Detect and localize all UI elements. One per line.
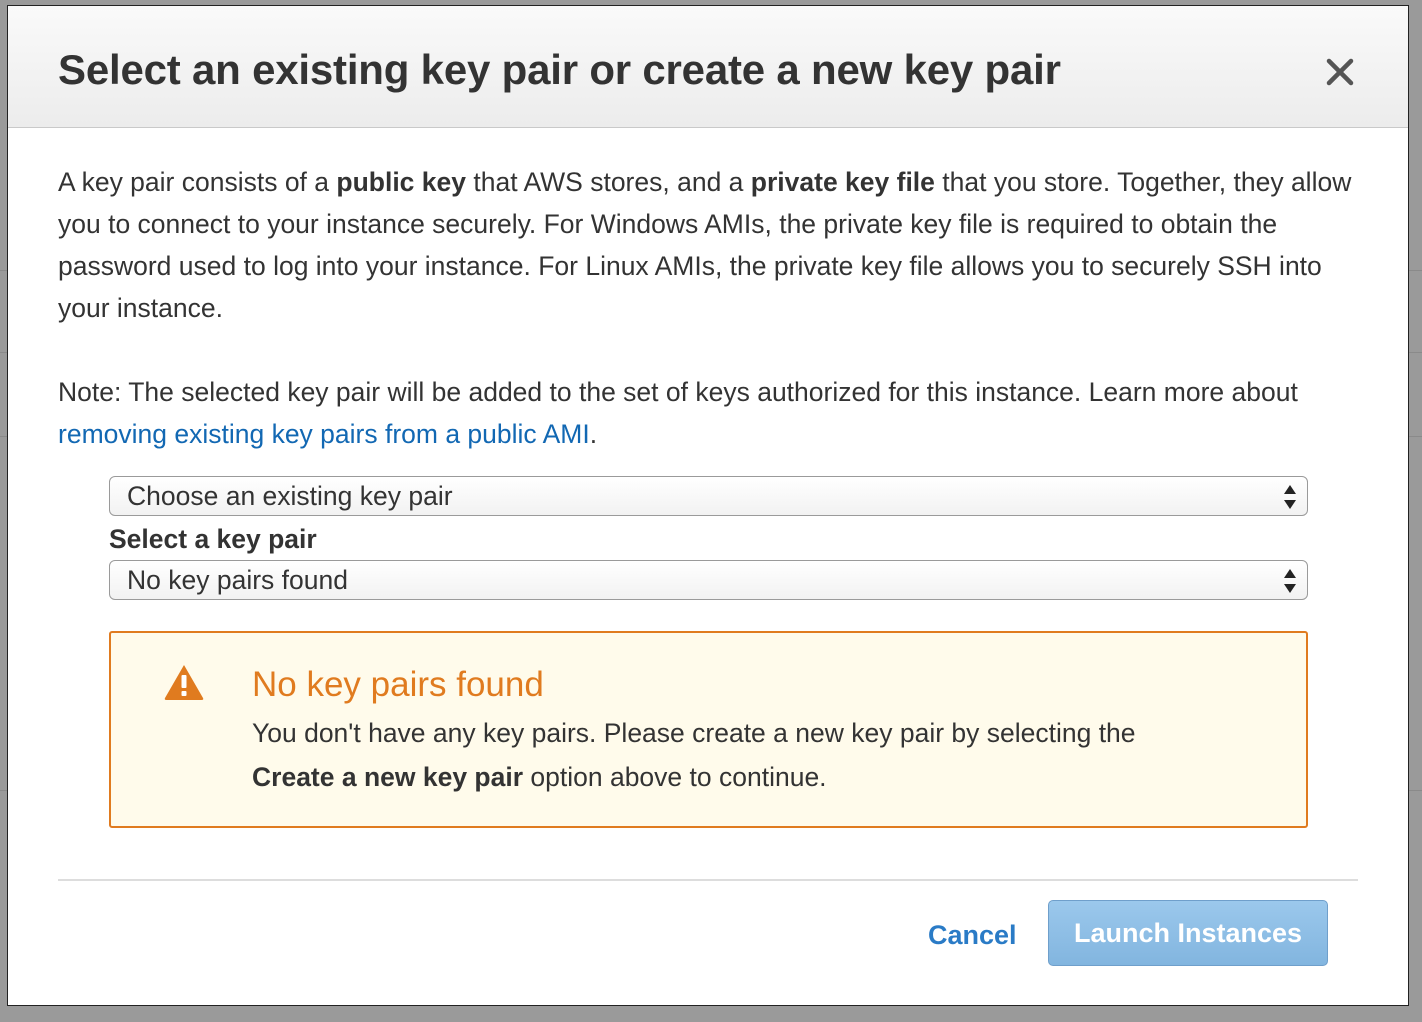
footer-divider	[58, 879, 1358, 881]
intro-bold-public-key: public key	[336, 167, 466, 197]
dialog-header: Select an existing key pair or create a …	[8, 6, 1408, 128]
alert-text: option above to continue.	[523, 762, 827, 792]
key-pair-select-value: No key pairs found	[127, 565, 348, 595]
no-key-pairs-alert: No key pairs found You don't have any ke…	[109, 631, 1308, 828]
alert-message: You don't have any key pairs. Please cre…	[252, 711, 1272, 799]
key-pair-select[interactable]: No key pairs found	[109, 560, 1308, 600]
key-pair-option-value: Choose an existing key pair	[127, 481, 453, 511]
note-paragraph: Note: The selected key pair will be adde…	[58, 371, 1358, 455]
note-text: Note: The selected key pair will be adde…	[58, 377, 1298, 407]
select-key-pair-label: Select a key pair	[109, 524, 317, 554]
intro-text: A key pair consists of a	[58, 167, 337, 197]
note-end: .	[589, 419, 598, 449]
cancel-button[interactable]: Cancel	[928, 914, 1017, 956]
alert-text: You don't have any key pairs. Please cre…	[252, 718, 1136, 748]
dialog-body: A key pair consists of a public key that…	[58, 161, 1358, 455]
updown-arrows-icon	[1284, 569, 1296, 593]
dialog-title: Select an existing key pair or create a …	[58, 46, 1061, 93]
intro-paragraph: A key pair consists of a public key that…	[58, 161, 1358, 329]
alert-bold-option: Create a new key pair	[252, 762, 524, 792]
intro-bold-private-key-file: private key file	[750, 167, 935, 197]
launch-instances-button[interactable]: Launch Instances	[1048, 900, 1328, 966]
key-pair-option-select[interactable]: Choose an existing key pair	[109, 476, 1308, 516]
close-button[interactable]	[1320, 52, 1360, 92]
alert-title: No key pairs found	[252, 665, 544, 704]
close-icon	[1326, 58, 1354, 86]
intro-text: that AWS stores, and a	[466, 167, 751, 197]
updown-arrows-icon	[1284, 485, 1296, 509]
key-pair-dialog: Select an existing key pair or create a …	[7, 5, 1409, 1006]
removing-key-pairs-link[interactable]: removing existing key pairs from a publi…	[58, 419, 590, 449]
warning-icon	[164, 665, 204, 700]
